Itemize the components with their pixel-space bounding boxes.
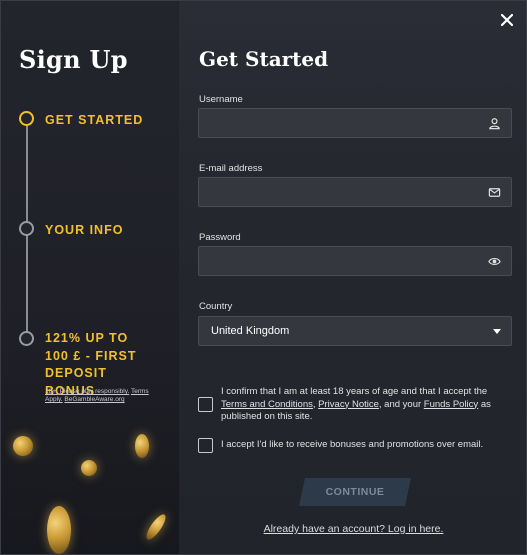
password-input[interactable] [199, 247, 511, 275]
signup-steps-panel: Sign Up GET STARTED YOUR INFO 121% UP TO… [1, 1, 179, 554]
envelope-icon [488, 188, 501, 197]
promo-text: I accept I'd like to receive bonuses and… [221, 439, 484, 450]
form-title: Get Started [199, 47, 329, 71]
consent-text: I confirm that I am at least 18 years of… [221, 386, 488, 397]
country-label: Country [199, 301, 233, 312]
username-label: Username [199, 94, 243, 105]
email-field-wrapper [198, 177, 512, 207]
age-terms-checkbox[interactable] [198, 397, 213, 412]
username-input[interactable] [199, 109, 511, 137]
signup-title: Sign Up [19, 45, 128, 74]
step-label: GET STARTED [45, 113, 144, 127]
step-indicator-active [19, 111, 34, 126]
email-input[interactable] [199, 178, 511, 206]
eye-icon[interactable] [488, 255, 501, 268]
coin-image [81, 460, 97, 476]
username-field-wrapper [198, 108, 512, 138]
bonus-disclaimer: 18+. Please play responsibly. Terms Appl… [45, 388, 165, 404]
step-indicator [19, 221, 34, 236]
age-restriction-link[interactable]: 18+. [45, 388, 58, 395]
login-link-row: Already have an account? Log in here. [1, 519, 526, 537]
begambleaware-link[interactable]: BeGambleAware.org [64, 396, 124, 403]
signup-modal: Sign Up GET STARTED YOUR INFO 121% UP TO… [0, 0, 527, 555]
password-label: Password [199, 232, 241, 243]
login-link[interactable]: Already have an account? Log in here. [264, 523, 444, 535]
terms-link[interactable]: Terms and Conditions [221, 399, 313, 410]
step-get-started: GET STARTED [19, 111, 143, 129]
continue-button[interactable]: CONTINUE [299, 478, 411, 506]
close-button[interactable] [498, 11, 516, 29]
funds-policy-link[interactable]: Funds Policy [424, 399, 478, 410]
step-indicator [19, 331, 34, 346]
close-icon [501, 14, 513, 26]
coin-image [135, 434, 149, 458]
caret-down-icon [493, 329, 501, 334]
promo-checkbox[interactable] [198, 438, 213, 453]
user-icon [489, 118, 500, 130]
age-terms-text: I confirm that I am at least 18 years of… [221, 386, 513, 424]
email-label: E-mail address [199, 163, 263, 174]
password-field-wrapper [198, 246, 512, 276]
privacy-notice-link[interactable]: Privacy Notice [318, 399, 379, 410]
promo-consent: I accept I'd like to receive bonuses and… [198, 438, 513, 453]
play-responsibly-link[interactable]: Please play responsibly. [60, 388, 130, 395]
country-select[interactable]: United Kingdom [198, 316, 512, 346]
coin-image [13, 436, 33, 456]
consent-separator: , [312, 398, 316, 410]
step-your-info: YOUR INFO [19, 221, 123, 239]
consent-text: , and your [378, 398, 422, 410]
age-terms-consent: I confirm that I am at least 18 years of… [198, 386, 513, 424]
country-selected-value: United Kingdom [211, 325, 290, 337]
step-label: YOUR INFO [45, 223, 124, 237]
